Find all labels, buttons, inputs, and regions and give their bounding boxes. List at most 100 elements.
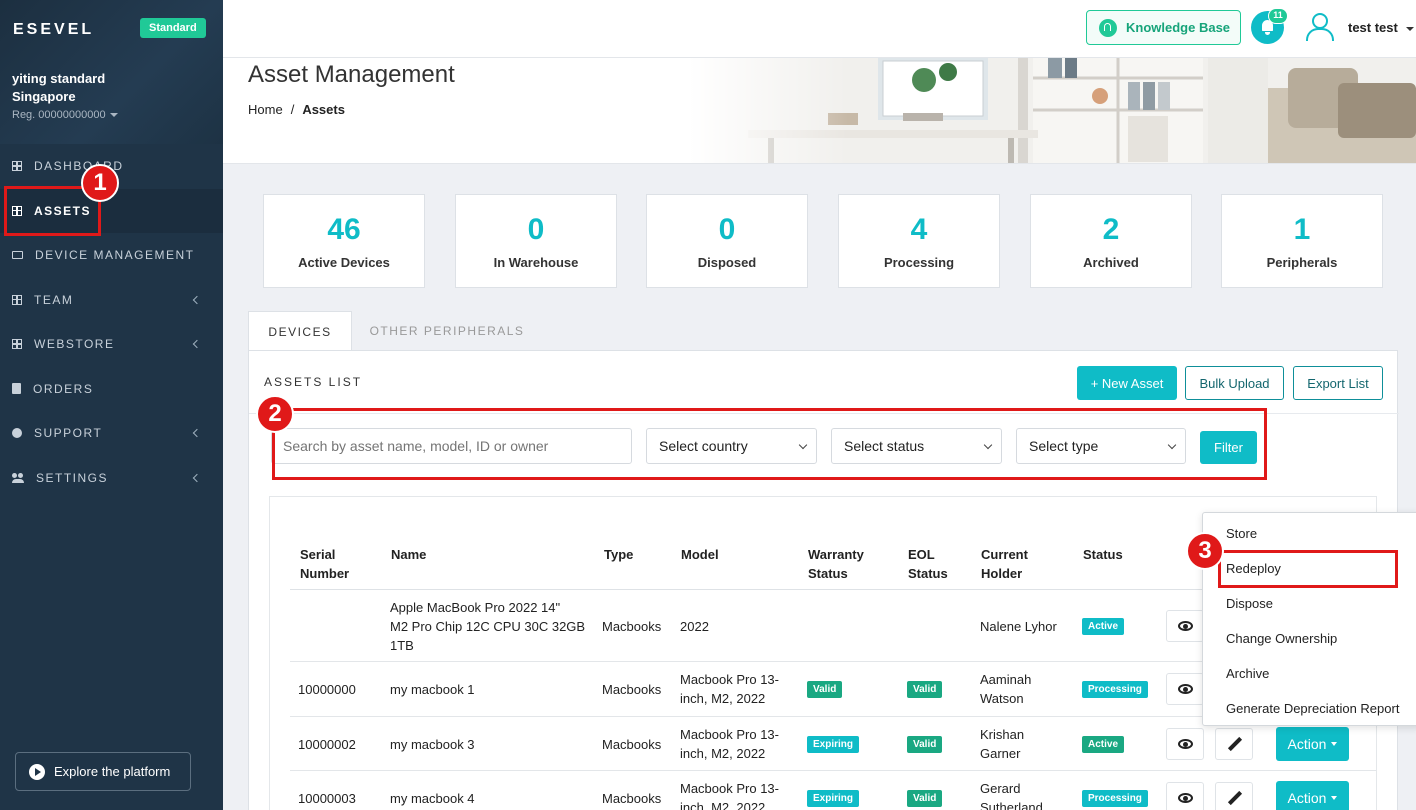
explore-platform-button[interactable]: Explore the platform bbox=[15, 752, 191, 791]
page-header: Asset Management Home / Assets bbox=[223, 58, 1416, 164]
tab-devices[interactable]: DEVICES bbox=[248, 311, 352, 351]
header-line: Holder bbox=[981, 566, 1023, 581]
cell-line: Krishan bbox=[980, 727, 1025, 742]
column-header-model[interactable]: Model bbox=[681, 545, 719, 564]
sidebar-item-team[interactable]: TEAM bbox=[0, 278, 223, 323]
menu-item-archive[interactable]: Archive bbox=[1226, 666, 1269, 681]
organization-name-line2: Singapore bbox=[12, 89, 76, 104]
pencil-icon bbox=[1227, 736, 1243, 752]
pencil-icon bbox=[1227, 790, 1243, 806]
sidebar-item-label: SETTINGS bbox=[36, 470, 109, 485]
stat-value: 4 bbox=[910, 213, 928, 246]
user-icon[interactable] bbox=[1306, 13, 1334, 41]
sidebar-item-device-management[interactable]: DEVICE MANAGEMENT bbox=[0, 233, 223, 278]
eye-icon bbox=[1178, 621, 1193, 631]
action-label: Action bbox=[1287, 736, 1327, 752]
cell-name: my macbook 4 bbox=[390, 791, 475, 806]
action-label: Action bbox=[1287, 790, 1327, 806]
cell-line: Macbook Pro 13- bbox=[680, 781, 779, 796]
eol-badge: Valid bbox=[907, 681, 943, 698]
column-header-name[interactable]: Name bbox=[391, 545, 426, 564]
stat-card-disposed[interactable]: 0 Disposed bbox=[646, 194, 808, 288]
sidebar-item-label: ORDERS bbox=[33, 381, 94, 396]
view-button[interactable] bbox=[1166, 610, 1204, 642]
breadcrumb-home[interactable]: Home bbox=[248, 102, 283, 117]
cell-line: inch, M2, 2022 bbox=[680, 800, 766, 810]
sidebar-item-orders[interactable]: ORDERS bbox=[0, 367, 223, 412]
sidebar-item-label: TEAM bbox=[34, 292, 74, 307]
edit-button[interactable] bbox=[1215, 782, 1253, 810]
edit-button[interactable] bbox=[1215, 728, 1253, 760]
cell-holder: Nalene Lyhor bbox=[980, 619, 1057, 634]
action-dropdown-menu: Store Redeploy Dispose Change Ownership … bbox=[1202, 512, 1416, 726]
cell-type: Macbooks bbox=[602, 619, 662, 634]
bulk-upload-button[interactable]: Bulk Upload bbox=[1185, 366, 1284, 400]
cell-type: Macbooks bbox=[602, 791, 662, 806]
table-row[interactable]: 10000003 my macbook 4 Macbooks Macbook P… bbox=[290, 771, 1376, 810]
action-button[interactable]: Action bbox=[1276, 781, 1349, 810]
headset-icon bbox=[1099, 18, 1117, 37]
cell-line: Sutherland bbox=[980, 800, 1043, 810]
stat-card-active-devices[interactable]: 46 Active Devices bbox=[263, 194, 425, 288]
stat-label: Processing bbox=[883, 255, 955, 270]
grid-icon bbox=[12, 161, 22, 172]
caret-down-icon bbox=[1331, 742, 1338, 746]
annotation-box-filters bbox=[272, 408, 1267, 480]
column-header-holder[interactable]: Current Holder bbox=[981, 545, 1028, 583]
knowledge-base-button[interactable]: Knowledge Base bbox=[1086, 10, 1241, 45]
column-header-status[interactable]: Status bbox=[1083, 545, 1123, 564]
sidebar-item-settings[interactable]: SETTINGS bbox=[0, 456, 223, 501]
view-button[interactable] bbox=[1166, 728, 1204, 760]
cell-model: Macbook Pro 13- inch, M2, 2022 bbox=[680, 725, 779, 763]
caret-down-icon[interactable] bbox=[1406, 27, 1414, 31]
organization-name: yiting standard Singapore bbox=[12, 70, 105, 106]
sidebar-item-support[interactable]: SUPPORT bbox=[0, 411, 223, 456]
status-badge: Active bbox=[1082, 618, 1125, 635]
cell-serial: 10000002 bbox=[298, 737, 356, 752]
column-header-type[interactable]: Type bbox=[604, 545, 633, 564]
cell-model: 2022 bbox=[680, 619, 709, 634]
column-header-serial[interactable]: Serial Number bbox=[300, 545, 349, 583]
tab-other-peripherals[interactable]: OTHER PERIPHERALS bbox=[352, 311, 542, 351]
chevron-left-icon bbox=[192, 295, 202, 304]
stat-label: Disposed bbox=[697, 255, 757, 270]
cell-holder: Gerard Sutherland bbox=[980, 779, 1043, 810]
app-logo[interactable]: ESEVEL bbox=[13, 21, 94, 39]
stat-value: 1 bbox=[1293, 213, 1311, 246]
new-asset-button[interactable]: + New Asset bbox=[1077, 366, 1177, 400]
stat-label: Archived bbox=[1083, 255, 1139, 270]
organization-selector[interactable]: Reg. 00000000000 bbox=[12, 109, 118, 121]
stat-card-peripherals[interactable]: 1 Peripherals bbox=[1221, 194, 1383, 288]
annotation-badge-1: 1 bbox=[81, 164, 119, 202]
stat-card-archived[interactable]: 2 Archived bbox=[1030, 194, 1192, 288]
menu-item-depreciation-report[interactable]: Generate Depreciation Report bbox=[1226, 701, 1399, 716]
column-header-eol[interactable]: EOL Status bbox=[908, 545, 948, 583]
stat-value: 2 bbox=[1102, 213, 1120, 246]
document-icon bbox=[12, 383, 21, 395]
header-line: EOL bbox=[908, 547, 935, 562]
user-name[interactable]: test test bbox=[1348, 20, 1398, 35]
chevron-left-icon bbox=[192, 473, 202, 482]
cell-name: my macbook 3 bbox=[390, 737, 475, 752]
grid-icon bbox=[12, 339, 22, 350]
column-header-warranty[interactable]: Warranty Status bbox=[808, 545, 864, 583]
stat-card-in-warehouse[interactable]: 0 In Warehouse bbox=[455, 194, 617, 288]
cell-model: Macbook Pro 13- inch, M2, 2022 bbox=[680, 670, 779, 708]
view-button[interactable] bbox=[1166, 673, 1204, 705]
sidebar-item-webstore[interactable]: WEBSTORE bbox=[0, 322, 223, 367]
menu-item-dispose[interactable]: Dispose bbox=[1226, 596, 1273, 611]
cell-line: Garner bbox=[980, 746, 1021, 761]
header-line: Serial bbox=[300, 547, 336, 562]
view-button[interactable] bbox=[1166, 782, 1204, 810]
stat-value: 0 bbox=[718, 213, 736, 246]
menu-item-store[interactable]: Store bbox=[1226, 526, 1257, 541]
stat-label: Peripherals bbox=[1266, 255, 1338, 270]
action-button[interactable]: Action bbox=[1276, 727, 1349, 761]
export-list-button[interactable]: Export List bbox=[1293, 366, 1383, 400]
menu-item-change-ownership[interactable]: Change Ownership bbox=[1226, 631, 1337, 646]
stat-card-processing[interactable]: 4 Processing bbox=[838, 194, 1000, 288]
breadcrumb-current: Assets bbox=[302, 102, 345, 117]
top-bar: Knowledge Base 11 test test bbox=[223, 0, 1416, 58]
cell-holder: Krishan Garner bbox=[980, 725, 1024, 763]
warranty-badge: Expiring bbox=[807, 736, 860, 753]
